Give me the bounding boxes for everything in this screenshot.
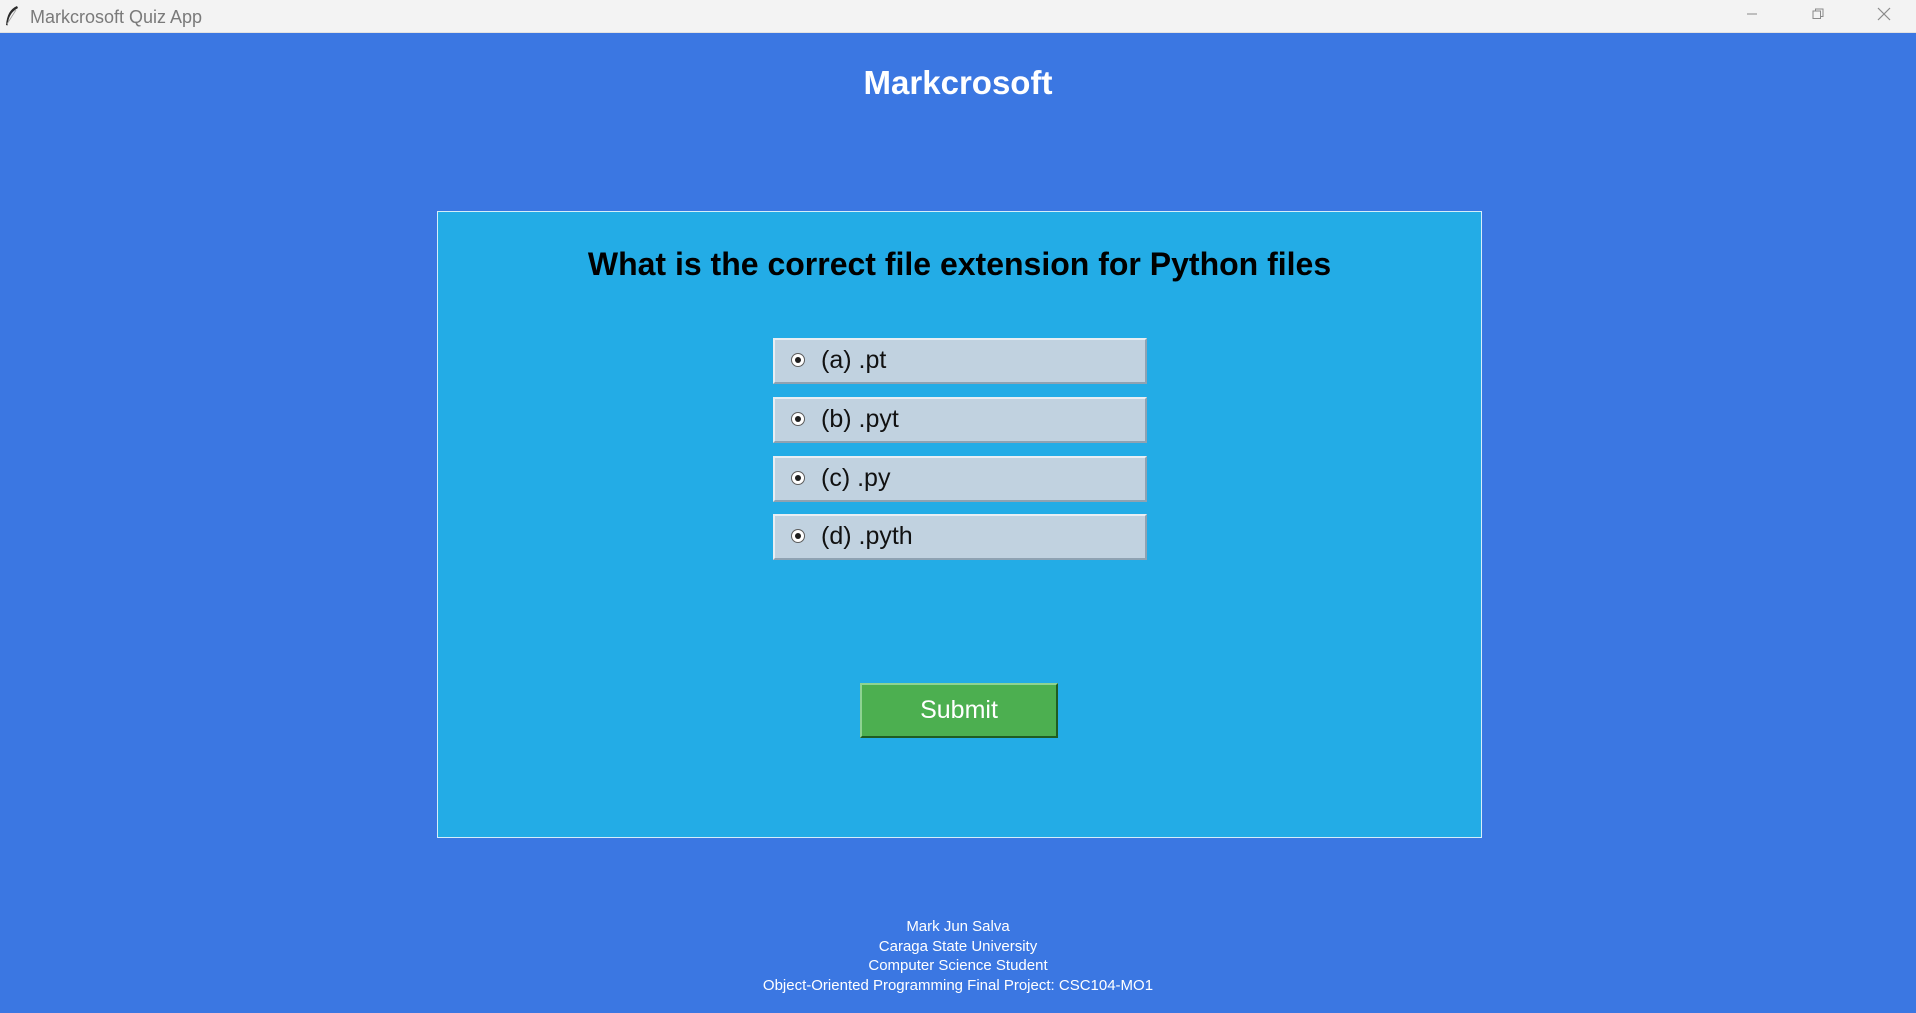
window-title: Markcrosoft Quiz App <box>30 7 203 27</box>
window-title-bar: Markcrosoft Quiz App <box>0 0 1916 33</box>
option-b[interactable]: (b) .pyt <box>773 397 1147 443</box>
restore-icon <box>1812 7 1824 25</box>
option-a-label: (a) .pt <box>821 346 887 374</box>
minimize-icon <box>1746 7 1758 25</box>
author-role: Computer Science Student <box>868 957 1048 974</box>
university-name: Caraga State University <box>878 937 1038 955</box>
minimize-button[interactable] <box>1723 0 1781 32</box>
option-c[interactable]: (c) .py <box>773 456 1147 502</box>
feather-icon <box>4 5 20 27</box>
option-d-label: (d) .pyth <box>821 522 913 550</box>
project-description: Object-Oriented Programming Final Projec… <box>762 976 1154 994</box>
option-a[interactable]: (a) .pt <box>773 338 1147 384</box>
radio-button-a[interactable] <box>791 353 805 367</box>
maximize-button[interactable] <box>1789 0 1847 32</box>
radio-button-c[interactable] <box>791 471 805 485</box>
submit-button[interactable]: Submit <box>860 683 1058 738</box>
question-text: What is the correct file extension for P… <box>587 246 1332 282</box>
close-icon <box>1877 7 1891 26</box>
option-b-label: (b) .pyt <box>821 405 899 433</box>
option-c-label: (c) .py <box>821 464 891 492</box>
brand-title: Markcrosoft <box>863 64 1053 101</box>
quiz-panel: What is the correct file extension for P… <box>437 211 1482 838</box>
radio-button-b[interactable] <box>791 412 805 426</box>
option-d[interactable]: (d) .pyth <box>773 514 1147 560</box>
close-button[interactable] <box>1855 0 1913 32</box>
author-name: Mark Jun Salva <box>906 918 1010 935</box>
footer-credits: Mark Jun Salva Caraga State University C… <box>0 917 1916 995</box>
radio-button-d[interactable] <box>791 529 805 543</box>
